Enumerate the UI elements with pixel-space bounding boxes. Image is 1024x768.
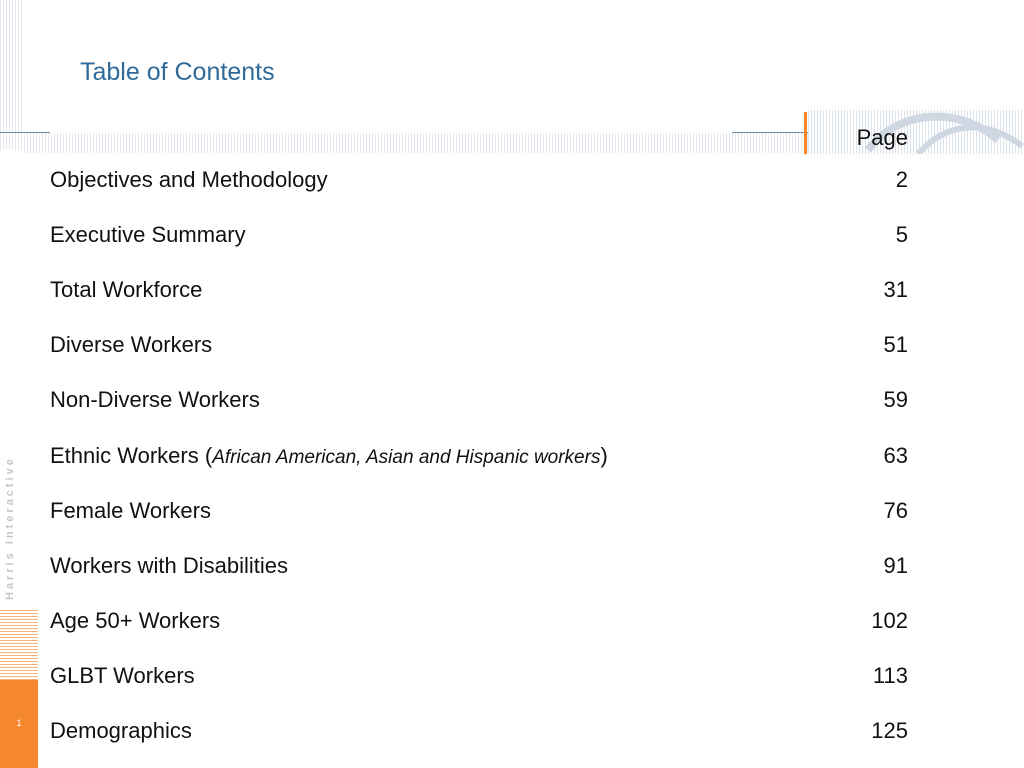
toc-entry-label: Objectives and Methodology xyxy=(50,167,328,193)
toc-entry-page: 59 xyxy=(883,387,908,413)
toc-entry-page: 113 xyxy=(872,663,908,689)
toc-entry: Age 50+ Workers 102 xyxy=(50,594,908,649)
toc-entry-page: 63 xyxy=(883,442,908,468)
toc-entry: Executive Summary 5 xyxy=(50,207,908,262)
toc-entry-title: GLBT Workers xyxy=(50,663,195,689)
toc-entry-page: 102 xyxy=(871,608,908,634)
toc-entry-page: 91 xyxy=(883,552,908,578)
toc-entry-label: Non-Diverse Workers xyxy=(50,387,260,413)
toc-entry: Workers with Disabilities 91 xyxy=(50,538,908,593)
toc-entry-page: 51 xyxy=(883,332,908,358)
toc-entry-title: Demographics xyxy=(50,718,192,744)
brand-wordmark: Harris Interactive xyxy=(4,456,16,600)
toc-entry-page: 2 xyxy=(895,166,908,192)
toc-entry: Diverse Workers 51 xyxy=(50,318,908,373)
toc-entry-label: Female Workers xyxy=(50,498,211,524)
toc-entry-title: Non-Diverse Workers xyxy=(50,387,260,413)
toc-entry-label: Total Workforce xyxy=(50,277,202,303)
toc-entry-label: Diverse Workers xyxy=(50,332,212,358)
slide-number: 1 xyxy=(16,718,22,728)
left-stripe-decoration xyxy=(0,0,24,150)
accent-bar xyxy=(804,112,807,154)
toc-entry: GLBT Workers 113 xyxy=(50,649,908,704)
toc-entry-label: GLBT Workers xyxy=(50,663,195,689)
toc-entry-page: 76 xyxy=(883,497,908,523)
toc-entry-title: Objectives and Methodology xyxy=(50,166,328,192)
toc-entry-label: Age 50+ Workers xyxy=(50,608,220,634)
toc-entry-label: Workers with Disabilities xyxy=(50,553,288,579)
toc-entry-title: Female Workers xyxy=(50,497,211,523)
toc-entry: Objectives and Methodology 2 xyxy=(50,152,908,207)
toc-entry: Non-Diverse Workers 59 xyxy=(50,373,908,428)
toc-entry: Female Workers 76 xyxy=(50,483,908,538)
toc-entry: Ethnic Workers (African American, Asian … xyxy=(50,428,908,483)
header-rule-left xyxy=(0,132,50,133)
corner-decoration xyxy=(808,110,1024,154)
toc-list: Objectives and Methodology 2 Executive Sum… xyxy=(50,152,908,759)
toc-entry-page: 125 xyxy=(871,718,908,744)
orange-stripe-decoration xyxy=(0,610,38,680)
toc-entry-note: African American, Asian and Hispanic wor… xyxy=(212,446,601,468)
toc-entry-title: Workers with Disabilities xyxy=(50,552,288,578)
page-title: Table of Contents xyxy=(80,58,275,86)
toc-entry-title: Executive Summary xyxy=(50,221,246,247)
toc-entry-label: Ethnic Workers (African American, Asian … xyxy=(50,442,608,468)
toc-entry-page: 31 xyxy=(883,276,908,302)
toc-entry-title: Total Workforce xyxy=(50,276,203,302)
toc-entry: Demographics 125 xyxy=(50,704,908,759)
toc-entry-label: Executive Summary xyxy=(50,222,246,248)
page-column-header: Page xyxy=(856,125,908,150)
toc-entry-title: Diverse Workers xyxy=(50,332,213,358)
toc-entry-label: Demographics xyxy=(50,718,192,744)
toc-entry-title: Ethnic Workers xyxy=(50,442,199,468)
toc-entry-page: 5 xyxy=(895,221,908,247)
toc-entry-title: Age 50+ Workers xyxy=(50,608,221,634)
toc-entry: Total Workforce 31 xyxy=(50,262,908,317)
